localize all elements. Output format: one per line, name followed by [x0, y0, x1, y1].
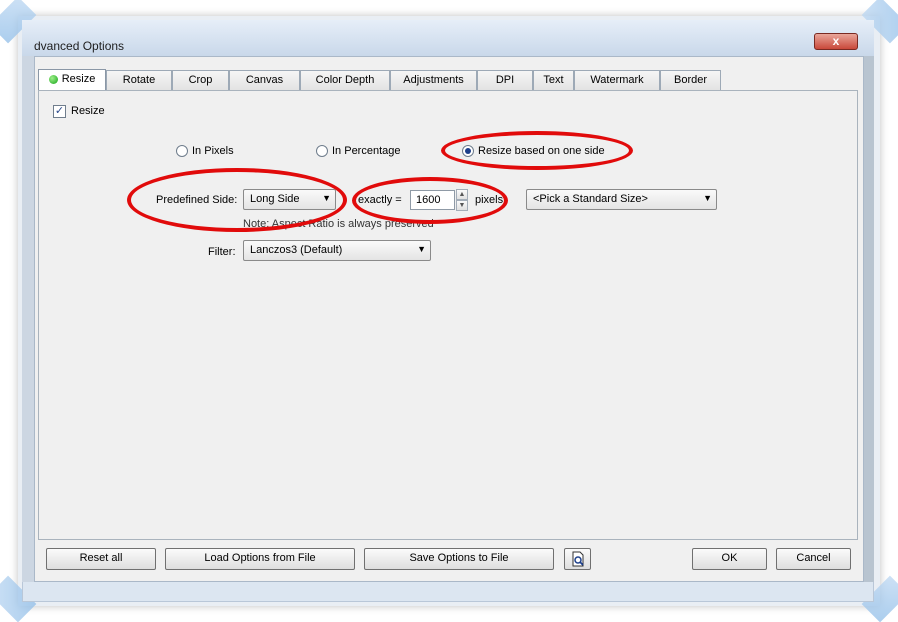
tab-adjustments[interactable]: Adjustments	[390, 70, 477, 90]
annotation-ellipse	[352, 177, 508, 224]
filter-dropdown[interactable]: Lanczos3 (Default) ▼	[243, 240, 431, 261]
chevron-down-icon: ▼	[703, 193, 712, 203]
tab-border[interactable]: Border	[660, 70, 721, 90]
radio-in-pixels[interactable]	[176, 145, 188, 157]
chevron-down-icon: ▼	[417, 244, 426, 254]
close-button[interactable]: x	[814, 33, 858, 50]
filter-label: Filter:	[208, 246, 236, 258]
filter-value: Lanczos3 (Default)	[250, 244, 343, 256]
radio-in-pixels-label: In Pixels	[192, 145, 234, 157]
tab-resize[interactable]: Resize	[38, 69, 106, 91]
reset-all-button[interactable]: Reset all	[46, 548, 156, 570]
tab-rotate[interactable]: Rotate	[106, 70, 172, 90]
annotation-ellipse	[127, 168, 347, 232]
tab-text[interactable]: Text	[533, 70, 574, 90]
annotation-ellipse	[441, 131, 633, 170]
standard-size-value: <Pick a Standard Size>	[533, 193, 648, 205]
green-status-dot-icon	[48, 74, 58, 84]
standard-size-dropdown[interactable]: <Pick a Standard Size> ▼	[526, 189, 717, 210]
save-options-button[interactable]: Save Options to File	[364, 548, 554, 570]
tab-crop[interactable]: Crop	[172, 70, 229, 90]
cancel-button[interactable]: Cancel	[776, 548, 851, 570]
tab-dpi[interactable]: DPI	[477, 70, 533, 90]
resize-checkbox[interactable]: ✓	[53, 105, 66, 118]
document-search-icon	[572, 551, 584, 567]
load-options-button[interactable]: Load Options from File	[165, 548, 355, 570]
tab-label: Resize	[61, 73, 96, 85]
radio-in-percentage[interactable]	[316, 145, 328, 157]
tab-watermark[interactable]: Watermark	[574, 70, 660, 90]
resize-checkbox-label: Resize	[71, 105, 105, 117]
radio-in-percentage-label: In Percentage	[332, 145, 401, 157]
ok-button[interactable]: OK	[692, 548, 767, 570]
tab-color-depth[interactable]: Color Depth	[300, 70, 390, 90]
title-bar[interactable]	[22, 20, 874, 56]
window-title: dvanced Options	[34, 39, 125, 53]
preview-button[interactable]	[564, 548, 591, 570]
window-border-left	[22, 56, 34, 582]
tab-canvas[interactable]: Canvas	[229, 70, 300, 90]
